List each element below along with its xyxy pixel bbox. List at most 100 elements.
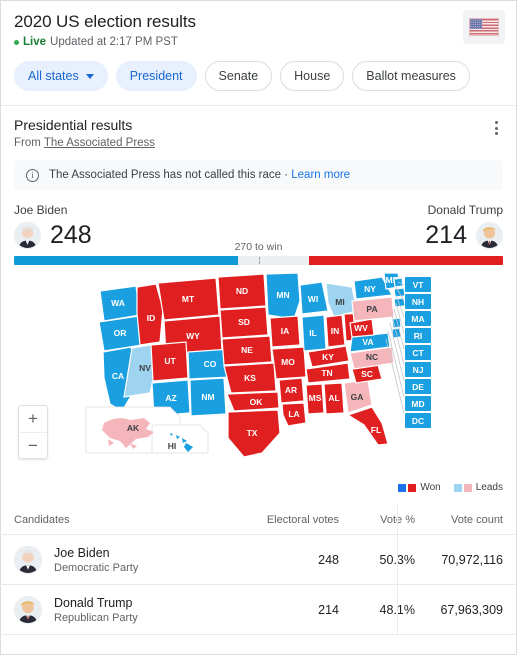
candidate-left: Joe Biden 248 xyxy=(14,203,92,249)
row-candidate-party: Republican Party xyxy=(54,611,138,624)
svg-text:CO: CO xyxy=(204,359,217,369)
chip-house-label: House xyxy=(294,69,331,83)
svg-text:NM: NM xyxy=(201,392,214,402)
svg-text:MS: MS xyxy=(309,393,322,403)
meter-bar-republican xyxy=(309,256,503,265)
learn-more-link[interactable]: Learn more xyxy=(291,169,350,181)
svg-text:LA: LA xyxy=(288,409,299,419)
page-title: 2020 US election results xyxy=(14,12,196,31)
avatar-joe-biden-row xyxy=(14,545,42,574)
chip-all-states[interactable]: All states xyxy=(14,61,108,91)
live-dot-icon xyxy=(14,39,19,45)
th-electoral-votes: Electoral votes xyxy=(266,513,339,526)
row-candidate-party: Democratic Party xyxy=(54,561,139,574)
map-zoom-in-button[interactable]: + xyxy=(19,406,47,432)
svg-text:DE: DE xyxy=(412,382,424,392)
card-title: Presidential results xyxy=(14,117,133,133)
meter-bar-democrat xyxy=(14,256,239,265)
chip-president[interactable]: President xyxy=(115,61,197,91)
table-header-row: Candidates Electoral votes Vote % Vote c… xyxy=(0,505,517,535)
svg-text:VA: VA xyxy=(362,337,373,347)
map-state-box-column: VT NH MA RI CT NJ DE MD DC xyxy=(405,277,431,428)
card-source-link[interactable]: The Associated Press xyxy=(44,137,155,149)
chip-house[interactable]: House xyxy=(280,61,345,91)
svg-text:NH: NH xyxy=(412,297,424,307)
svg-text:OK: OK xyxy=(250,397,264,407)
threshold-marker xyxy=(258,256,260,265)
table-row[interactable]: Joe Biden Democratic Party 248 50.3% 70,… xyxy=(0,535,517,585)
filter-chip-bar: All states President Senate House Ballot… xyxy=(0,48,517,105)
card-source-prefix: From xyxy=(14,137,44,149)
updated-label: Updated at 2:17 PM PST xyxy=(50,36,178,48)
svg-text:AR: AR xyxy=(285,385,297,395)
chip-senate-label: Senate xyxy=(218,69,259,83)
svg-text:MD: MD xyxy=(411,399,424,409)
candidates-table: Candidates Electoral votes Vote % Vote c… xyxy=(0,505,517,635)
table-row[interactable]: Donald Trump Republican Party 214 48.1% … xyxy=(0,585,517,635)
row-vote-pct: 50.3% xyxy=(353,553,415,567)
threshold-label: 270 to win xyxy=(234,241,283,253)
svg-text:SC: SC xyxy=(361,369,373,379)
legend-won-label: Won xyxy=(420,482,441,493)
right-candidate-name: Donald Trump xyxy=(427,203,503,217)
svg-text:VT: VT xyxy=(413,280,425,290)
map-zoom-out-button[interactable]: − xyxy=(19,432,47,458)
legend-leads: Leads xyxy=(453,482,503,493)
svg-text:AK: AK xyxy=(127,423,140,433)
chip-ballot-measures-label: Ballot measures xyxy=(366,69,456,83)
row-candidate-meta: Joe Biden Democratic Party xyxy=(54,546,138,574)
svg-text:SD: SD xyxy=(238,317,250,327)
map-legend: Won Leads xyxy=(398,482,503,493)
svg-text:ND: ND xyxy=(236,286,248,296)
svg-text:ID: ID xyxy=(147,313,156,323)
th-vote-count: Vote count xyxy=(451,513,503,526)
row-candidate-cell: Donald Trump Republican Party xyxy=(14,595,243,624)
kebab-menu-icon[interactable] xyxy=(488,119,504,137)
table-column-divider xyxy=(397,505,398,635)
svg-text:DC: DC xyxy=(412,416,424,426)
svg-text:UT: UT xyxy=(164,356,176,366)
avatar-donald-trump xyxy=(476,222,503,249)
map-zoom-controls[interactable]: + − xyxy=(18,405,48,459)
right-candidate-row: 214 xyxy=(425,222,503,249)
left-candidate-name: Joe Biden xyxy=(14,203,68,217)
live-status: Live Updated at 2:17 PM PST xyxy=(14,36,503,48)
svg-text:OR: OR xyxy=(114,328,127,338)
notice-text-wrap: The Associated Press has not called this… xyxy=(49,169,350,181)
chip-president-label: President xyxy=(129,69,183,83)
chip-senate[interactable]: Senate xyxy=(204,61,273,91)
svg-text:KY: KY xyxy=(322,352,334,362)
chip-ballot-measures[interactable]: Ballot measures xyxy=(352,61,470,91)
page-header: 2020 US election results Live Updated at… xyxy=(0,0,517,48)
svg-text:CA: CA xyxy=(112,371,124,381)
right-electoral-votes: 214 xyxy=(425,221,467,249)
svg-text:MT: MT xyxy=(182,294,195,304)
left-electoral-votes: 248 xyxy=(50,221,92,249)
svg-text:MA: MA xyxy=(411,314,424,324)
row-candidate-cell: Joe Biden Democratic Party xyxy=(14,545,243,574)
svg-text:WY: WY xyxy=(186,331,200,341)
legend-leads-label: Leads xyxy=(475,482,503,493)
svg-text:NV: NV xyxy=(139,363,151,373)
electoral-meter-wrap: 270 to win xyxy=(14,241,503,265)
presidential-results-card: Presidential results From The Associated… xyxy=(0,106,517,149)
us-flag-icon xyxy=(463,10,505,44)
row-vote-pct: 48.1% xyxy=(353,603,415,617)
electoral-map[interactable]: .s{stroke:#ffffff;stroke-width:1.2} .wd{… xyxy=(0,272,517,493)
row-vote-count: 67,963,309 xyxy=(440,602,503,617)
candidate-right: Donald Trump 214 xyxy=(425,203,503,249)
svg-text:RI: RI xyxy=(414,331,423,341)
left-candidate-row: 248 xyxy=(14,222,92,249)
svg-text:IA: IA xyxy=(281,326,290,336)
row-electoral-votes: 248 xyxy=(318,552,339,567)
race-not-called-notice: i The Associated Press has not called th… xyxy=(14,160,503,190)
th-vote-pct: Vote % xyxy=(380,513,415,526)
us-map-svg[interactable]: .s{stroke:#ffffff;stroke-width:1.2} .wd{… xyxy=(0,272,517,491)
live-label: Live xyxy=(23,36,47,48)
notice-text: The Associated Press has not called this… xyxy=(49,169,292,181)
svg-text:CT: CT xyxy=(412,348,424,358)
svg-text:WV: WV xyxy=(354,323,368,333)
svg-text:IL: IL xyxy=(309,328,317,338)
row-candidate-meta: Donald Trump Republican Party xyxy=(54,596,138,624)
electoral-meter xyxy=(14,256,503,265)
